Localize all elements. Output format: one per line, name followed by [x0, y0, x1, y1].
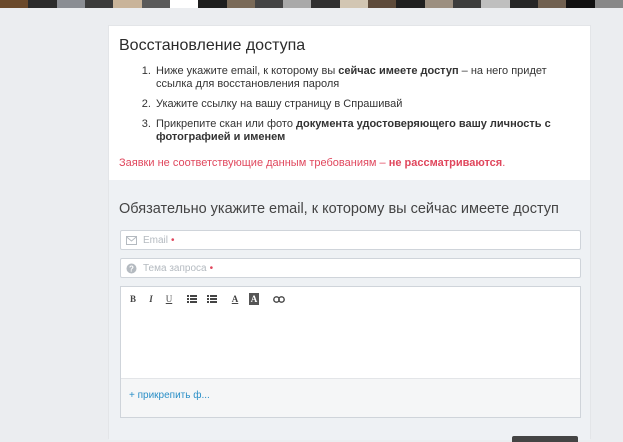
photo-thumbnail[interactable]: [254, 0, 284, 8]
email-placeholder: Email: [143, 234, 169, 246]
warning-text-start: Заявки не соответствующие данным требова…: [119, 157, 389, 169]
photo-strip: [0, 0, 623, 8]
warning-text-end: .: [502, 157, 506, 169]
photo-thumbnail[interactable]: [113, 0, 142, 8]
step-text: Прикрепите скан или фото: [156, 118, 296, 130]
recovery-info: Восстановление доступа Ниже укажите emai…: [109, 26, 590, 180]
envelope-icon: [125, 234, 137, 246]
photo-thumbnail[interactable]: [169, 0, 199, 8]
photo-thumbnail[interactable]: [283, 0, 312, 8]
question-icon: ?: [125, 262, 137, 274]
form-title: Обязательно укажите email, к которому вы…: [119, 201, 559, 217]
photo-thumbnail[interactable]: [84, 0, 114, 8]
photo-thumbnail[interactable]: [0, 0, 29, 8]
bullet-list-icon: [187, 295, 197, 303]
message-textarea[interactable]: [121, 309, 580, 377]
step-item: Прикрепите скан или фото документа удост…: [154, 118, 580, 144]
photo-thumbnail[interactable]: [566, 0, 595, 8]
step-text: Укажите ссылку на вашу страницу в Спраши…: [156, 98, 403, 110]
background-color-button[interactable]: A: [249, 293, 259, 305]
svg-text:?: ?: [129, 264, 134, 273]
attachments-bar: + прикрепить ф...: [121, 378, 580, 417]
photo-thumbnail[interactable]: [537, 0, 567, 8]
step-item: Укажите ссылку на вашу страницу в Спраши…: [154, 98, 580, 111]
photo-thumbnail[interactable]: [453, 0, 482, 8]
message-editor: B I U A A + прикрепить ф...: [120, 286, 581, 418]
photo-thumbnail[interactable]: [311, 0, 340, 8]
photo-thumbnail[interactable]: [424, 0, 453, 8]
photo-thumbnail[interactable]: [28, 0, 57, 8]
bold-button[interactable]: B: [129, 293, 137, 305]
italic-button[interactable]: I: [147, 293, 155, 305]
photo-thumbnail[interactable]: [141, 0, 170, 8]
required-mark: •: [209, 262, 214, 274]
link-button[interactable]: [273, 293, 285, 305]
page-title: Восстановление доступа: [119, 37, 306, 54]
recovery-card: Восстановление доступа Ниже укажите emai…: [108, 25, 591, 440]
steps-list: Ниже укажите email, к которому вы сейчас…: [119, 65, 580, 144]
numbered-list-button[interactable]: [207, 293, 217, 305]
link-icon: [273, 295, 285, 303]
editor-toolbar: B I U A A: [129, 293, 295, 305]
topic-placeholder: Тема запроса: [143, 262, 207, 274]
request-form: Обязательно укажите email, к которому вы…: [109, 180, 590, 440]
photo-thumbnail[interactable]: [368, 0, 397, 8]
required-mark: •: [171, 234, 175, 246]
photo-thumbnail[interactable]: [509, 0, 538, 8]
photo-thumbnail[interactable]: [481, 0, 510, 8]
step-item: Ниже укажите email, к которому вы сейчас…: [154, 65, 580, 91]
step-text: Ниже укажите email, к которому вы: [156, 65, 339, 77]
warning-text: Заявки не соответствующие данным требова…: [119, 157, 580, 169]
photo-thumbnail[interactable]: [594, 0, 623, 8]
submit-button[interactable]: [512, 436, 578, 442]
photo-thumbnail[interactable]: [198, 0, 227, 8]
photo-thumbnail[interactable]: [56, 0, 85, 8]
attach-file-link[interactable]: + прикрепить ф...: [129, 390, 210, 401]
photo-thumbnail[interactable]: [396, 0, 425, 8]
bullet-list-button[interactable]: [187, 293, 197, 305]
font-color-button[interactable]: A: [231, 293, 239, 305]
underline-button[interactable]: U: [165, 293, 173, 305]
email-field[interactable]: Email •: [120, 230, 581, 250]
photo-thumbnail[interactable]: [339, 0, 369, 8]
numbered-list-icon: [207, 295, 217, 303]
topic-field[interactable]: ? Тема запроса •: [120, 258, 581, 278]
warning-bold-text: не рассматриваются: [388, 157, 503, 169]
photo-thumbnail[interactable]: [226, 0, 255, 8]
step-bold-text: сейчас имеете доступ: [338, 65, 459, 77]
